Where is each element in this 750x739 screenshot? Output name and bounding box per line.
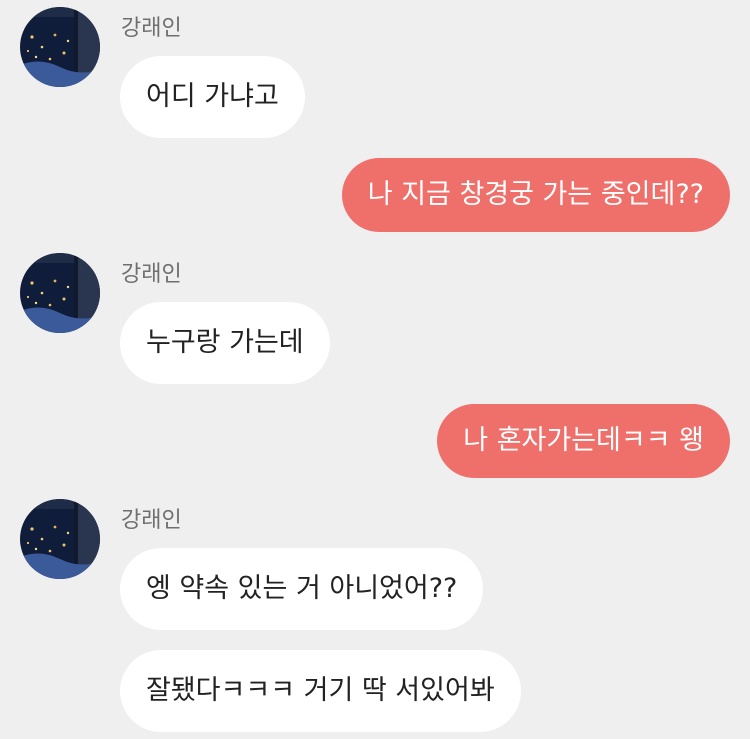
outgoing-message[interactable]: 나 지금 창경궁 가는 중인데?? [341, 158, 730, 232]
night-city-photo-icon [20, 7, 100, 87]
sender-avatar[interactable] [20, 253, 100, 333]
outgoing-message[interactable]: 나 혼자가는데ㅋㅋ 왱 [437, 404, 730, 478]
incoming-message[interactable]: 엥 약속 있는 거 아니었어?? [120, 548, 484, 630]
night-city-photo-icon [20, 253, 100, 333]
night-city-photo-icon [20, 499, 100, 579]
incoming-message[interactable]: 누구랑 가는데 [120, 302, 330, 384]
sender-name: 강래인 [121, 508, 182, 533]
sender-avatar[interactable] [20, 7, 100, 87]
sender-name: 강래인 [121, 16, 182, 41]
incoming-message[interactable]: 잘됐다ㅋㅋㅋ 거기 딱 서있어봐 [120, 650, 521, 732]
sender-name: 강래인 [121, 262, 182, 287]
incoming-message[interactable]: 어디 가냐고 [120, 56, 305, 138]
sender-avatar[interactable] [20, 499, 100, 579]
